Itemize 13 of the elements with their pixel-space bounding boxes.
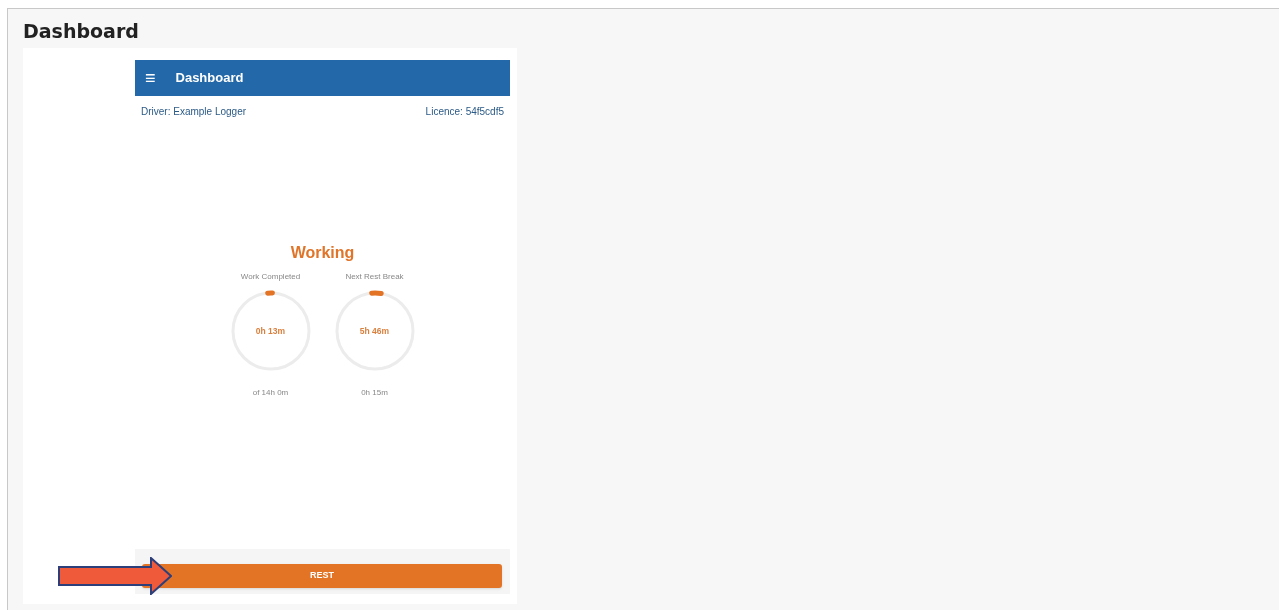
- gauge-value: 0h 13m: [255, 324, 286, 338]
- gauge-value: 5h 46m: [359, 324, 390, 338]
- app-bar-title: Dashboard: [175, 69, 244, 88]
- gauge-caption: of 14h 0m: [252, 387, 289, 399]
- page-title: Dashboard: [23, 19, 139, 44]
- gauge-label: Next Rest Break: [345, 271, 404, 283]
- menu-icon[interactable]: ≡: [145, 69, 156, 87]
- licence-number: Licence: 54f5cdf5: [425, 105, 504, 119]
- rest-button[interactable]: REST: [142, 563, 502, 588]
- status-text: Working: [290, 243, 355, 263]
- gauge-caption: 0h 15m: [361, 387, 388, 399]
- driver-name: Driver: Example Logger: [141, 105, 247, 119]
- gauge-label: Work Completed: [240, 271, 301, 283]
